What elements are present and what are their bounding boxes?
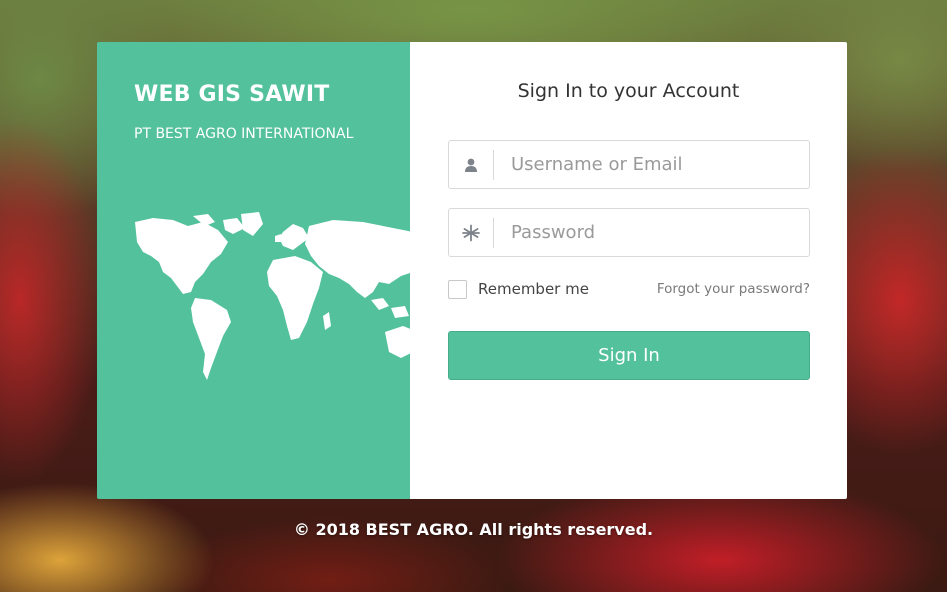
form-title: Sign In to your Account	[517, 80, 740, 102]
password-field[interactable]	[448, 208, 810, 257]
login-form-panel: Sign In to your Account Username or Emai…	[410, 42, 847, 499]
copyright-footer: © 2018 BEST AGRO. All rights reserved.	[293, 520, 654, 539]
app-title: WEB GIS SAWIT	[134, 82, 330, 107]
forgot-password-link[interactable]: Forgot your password?	[657, 281, 810, 297]
login-card: WEB GIS SAWIT PT BEST AGRO INTERNATIONAL	[97, 42, 847, 499]
remember-label[interactable]: Remember me	[478, 280, 589, 298]
username-input[interactable]	[494, 141, 809, 188]
username-field[interactable]	[448, 140, 810, 189]
remember-me[interactable]: Remember me	[448, 279, 589, 299]
remember-row: Remember me Forgot your password?	[448, 278, 810, 300]
remember-checkbox[interactable]	[448, 279, 467, 299]
world-map-icon	[135, 212, 410, 380]
password-input[interactable]	[494, 209, 809, 256]
sign-in-button[interactable]: Sign In	[448, 331, 810, 380]
company-name: PT BEST AGRO INTERNATIONAL	[134, 126, 354, 142]
brand-panel: WEB GIS SAWIT PT BEST AGRO INTERNATIONAL	[97, 42, 410, 499]
user-icon	[449, 149, 494, 180]
asterisk-icon	[449, 217, 494, 248]
